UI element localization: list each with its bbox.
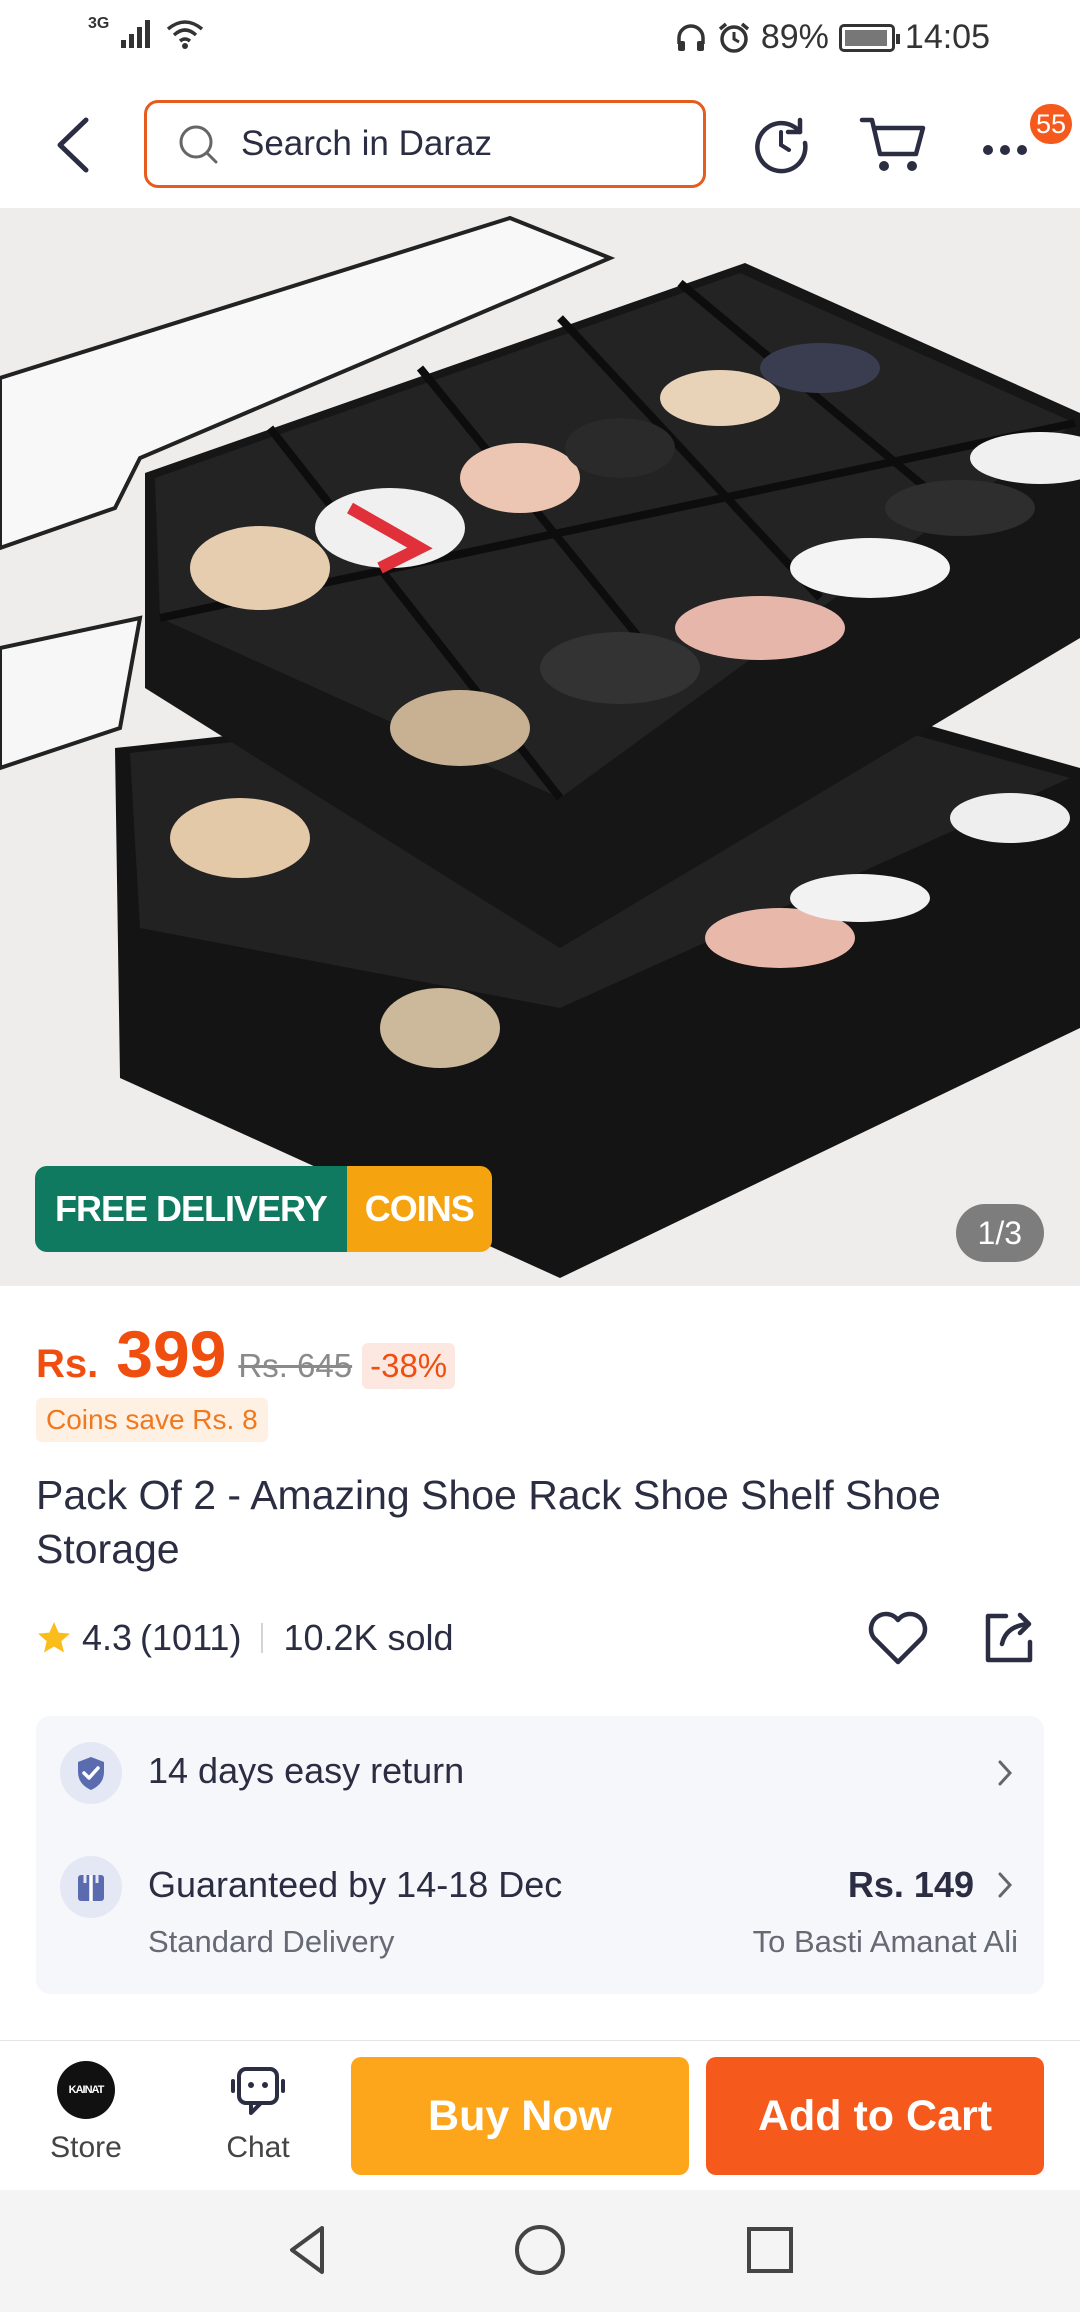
- bottom-action-bar: KAINAT Store Chat Buy Now Add to Cart: [0, 2040, 1080, 2190]
- battery-icon: [838, 23, 900, 52]
- status-left: 3G: [88, 15, 205, 50]
- rating-count: (1011): [140, 1617, 242, 1658]
- heart-icon[interactable]: [866, 1606, 930, 1670]
- nav-recents-icon[interactable]: [740, 2220, 800, 2280]
- delivery-fee: Rs. 149: [847, 1864, 974, 1905]
- chevron-right-icon: [998, 1872, 1013, 1898]
- status-bar: 3G 89% 14:05: [0, 0, 1080, 82]
- rating-row[interactable]: 4.3 (1011) 10.2K sold: [36, 1610, 454, 1666]
- notification-badge: 55: [1029, 104, 1072, 144]
- share-icon[interactable]: [978, 1606, 1038, 1668]
- cart-icon[interactable]: [858, 110, 930, 176]
- return-text: 14 days easy return: [148, 1750, 465, 1791]
- discount-badge: -38%: [362, 1343, 456, 1389]
- back-arrow-icon[interactable]: [44, 112, 104, 178]
- image-page-indicator: 1/3: [955, 1204, 1044, 1262]
- search-input[interactable]: [241, 124, 661, 164]
- delivery-type: Standard Delivery: [148, 1924, 395, 1959]
- wifi-icon: [167, 20, 204, 49]
- status-right: 89% 14:05: [675, 18, 990, 57]
- store-logo: KAINAT: [57, 2061, 115, 2119]
- add-to-cart-button[interactable]: Add to Cart: [706, 2057, 1044, 2175]
- price-currency: Rs.: [36, 1342, 99, 1386]
- price-row: Rs. 399 Rs. 645 -38%: [36, 1316, 456, 1392]
- top-header: 55: [0, 82, 1080, 208]
- product-title: Pack Of 2 - Amazing Shoe Rack Shoe Shelf…: [36, 1472, 941, 1572]
- coins-save-badge: Coins save Rs. 8: [36, 1398, 268, 1442]
- chevron-right-icon: [998, 1760, 1013, 1786]
- chat-button[interactable]: Chat: [188, 2061, 328, 2171]
- search-bar[interactable]: [144, 100, 706, 188]
- delivery-box-icon: [60, 1856, 122, 1918]
- product-image-gallery[interactable]: FREE DELIVERY COINS 1/3: [0, 208, 1080, 1286]
- nav-home-icon[interactable]: [510, 2220, 570, 2280]
- network-type: 3G: [88, 15, 110, 32]
- alarm-icon: [718, 22, 749, 53]
- store-button[interactable]: KAINAT Store: [16, 2061, 156, 2171]
- store-label: Store: [50, 2131, 122, 2164]
- coins-tag: COINS: [346, 1166, 492, 1252]
- history-icon[interactable]: [748, 110, 814, 176]
- promo-tags: FREE DELIVERY COINS: [35, 1166, 492, 1252]
- shield-check-icon: [60, 1742, 122, 1804]
- sold-count: 10.2K sold: [283, 1617, 454, 1658]
- status-time: 14:05: [904, 18, 990, 56]
- service-info-box: 14 days easy return Guaranteed by 14-18 …: [36, 1716, 1044, 1994]
- chat-label: Chat: [226, 2131, 290, 2164]
- nav-back-icon[interactable]: [278, 2220, 338, 2280]
- search-icon: [179, 125, 218, 164]
- original-price: Rs. 645: [238, 1347, 353, 1384]
- chat-icon: [231, 2067, 285, 2115]
- delivery-row[interactable]: Guaranteed by 14-18 Dec Standard Deliver…: [36, 1830, 1044, 1994]
- return-policy-row[interactable]: 14 days easy return: [36, 1716, 1044, 1830]
- delivery-guarantee: Guaranteed by 14-18 Dec: [148, 1864, 563, 1905]
- rating-value: 4.3: [82, 1617, 133, 1658]
- system-nav-bar: [0, 2190, 1080, 2312]
- buy-now-button[interactable]: Buy Now: [351, 2057, 689, 2175]
- product-image: [0, 215, 1080, 1278]
- battery-percent: 89%: [760, 18, 829, 56]
- rating-divider: [261, 1623, 264, 1653]
- signal-icon: [121, 20, 151, 48]
- more-icon[interactable]: [980, 110, 1034, 176]
- headphones-icon: [677, 23, 705, 51]
- free-delivery-tag: FREE DELIVERY: [35, 1166, 347, 1252]
- price-amount: 399: [116, 1317, 227, 1391]
- star-icon: [38, 1622, 70, 1653]
- delivery-destination: To Basti Amanat Ali: [752, 1924, 1018, 1959]
